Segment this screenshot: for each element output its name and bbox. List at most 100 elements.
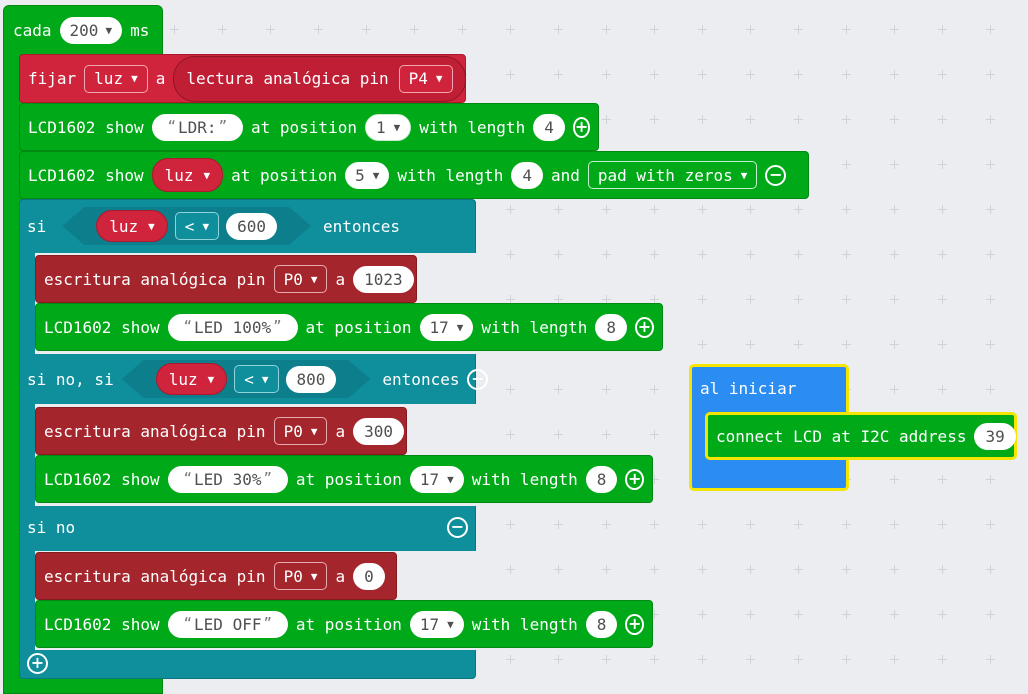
else-header[interactable]: si no − [19, 507, 476, 547]
grid-plus-mark [938, 340, 947, 349]
grid-plus-mark [746, 25, 755, 34]
string-input[interactable]: “LED 30%” [167, 465, 288, 493]
length-input[interactable]: 8 [595, 313, 627, 341]
string-input[interactable]: “LED OFF” [167, 610, 288, 638]
pin-dropdown[interactable]: P0 ▼ [273, 265, 328, 293]
lcd-show-label: LCD1602 show [28, 165, 144, 185]
position-dropdown[interactable]: 17 ▼ [419, 313, 474, 341]
grid-plus-mark [794, 70, 803, 79]
grid-plus-mark [794, 25, 803, 34]
position-dropdown[interactable]: 1 ▼ [364, 113, 412, 141]
elseif-header[interactable]: si no, si luz ▼ < ▼ 800 entonces − [19, 356, 496, 402]
grid-plus-mark [554, 385, 563, 394]
position-dropdown[interactable]: 17 ▼ [409, 465, 464, 493]
pin-dropdown[interactable]: P4 ▼ [398, 64, 453, 93]
lcd-show-number-block[interactable]: LCD1602 show luz ▼ at position 5 ▼ with le… [19, 151, 809, 199]
grid-plus-mark [506, 205, 515, 214]
grid-plus-mark [938, 115, 947, 124]
lcd-show-string-block[interactable]: LCD1602 show “LED OFF” at position 17 ▼ w… [35, 600, 653, 648]
expand-plus-icon[interactable]: + [635, 316, 654, 338]
grid-plus-mark [890, 295, 899, 304]
grid-plus-mark [794, 295, 803, 304]
write-value-input[interactable]: 300 [353, 417, 404, 445]
grid-plus-mark [602, 520, 611, 529]
pin-dropdown[interactable]: P0 ▼ [273, 562, 328, 590]
analog-write-block[interactable]: escritura analógica pin P0 ▼ a 300 [35, 407, 407, 455]
collapse-minus-icon[interactable]: − [467, 368, 489, 390]
variable-dropdown[interactable]: luz ▼ [84, 64, 148, 93]
length-input[interactable]: 8 [585, 610, 618, 638]
grid-plus-mark [746, 70, 755, 79]
grid-plus-mark [890, 115, 899, 124]
expand-plus-icon[interactable]: + [625, 613, 644, 635]
string-input[interactable]: “LED 100%” [167, 313, 298, 341]
if-header[interactable]: si luz ▼ < ▼ 600 entonces [19, 203, 408, 249]
position-dropdown[interactable]: 17 ▼ [409, 610, 464, 638]
with-length-label: with length [397, 165, 504, 185]
analog-read-block[interactable]: lectura analógica pin P4 ▼ [173, 55, 466, 102]
grid-plus-mark [650, 250, 659, 259]
comparison-block[interactable]: luz ▼ < ▼ 800 [122, 360, 371, 398]
if-footer: + [19, 650, 56, 676]
grid-plus-mark [650, 385, 659, 394]
length-input[interactable]: 4 [511, 161, 543, 189]
operator-dropdown[interactable]: < ▼ [175, 212, 219, 240]
interval-dropdown[interactable]: 200 ▼ [59, 16, 123, 44]
grid-plus-mark [794, 565, 803, 574]
set-variable-block[interactable]: fijar luz ▼ a lectura analógica pin P4 ▼ [19, 54, 466, 103]
grid-plus-mark [938, 655, 947, 664]
every-header[interactable]: cada 200 ▼ ms [3, 8, 157, 52]
grid-plus-mark [698, 205, 707, 214]
pin-dropdown[interactable]: P0 ▼ [273, 417, 328, 445]
grid-plus-mark [746, 205, 755, 214]
expand-plus-icon[interactable]: + [625, 468, 644, 490]
on-start-label: al iniciar [700, 378, 797, 398]
lcd-show-label: LCD1602 show [44, 317, 160, 337]
grid-plus-mark [842, 520, 851, 529]
variable-reporter[interactable]: luz ▼ [156, 363, 228, 395]
lcd-show-string-block[interactable]: LCD1602 show “LED 100%” at position 17 ▼ … [35, 303, 663, 351]
variable-reporter[interactable]: luz ▼ [96, 210, 168, 242]
grid-plus-mark [746, 610, 755, 619]
collapse-minus-icon[interactable]: − [765, 164, 787, 186]
chevron-down-icon: ▼ [740, 168, 748, 182]
address-input[interactable]: 39 [974, 422, 1016, 450]
grid-plus-mark [698, 25, 707, 34]
write-value-input[interactable]: 1023 [353, 265, 414, 293]
string-input[interactable]: “LDR:” [151, 113, 243, 141]
grid-plus-mark [554, 655, 563, 664]
comparison-block[interactable]: luz ▼ < ▼ 600 [62, 207, 311, 245]
pad-dropdown[interactable]: pad with zeros ▼ [587, 161, 758, 189]
compare-value-input[interactable]: 600 [226, 213, 277, 240]
length-input[interactable]: 8 [585, 465, 618, 493]
grid-plus-mark [794, 610, 803, 619]
variable-reporter[interactable]: luz ▼ [151, 158, 224, 192]
grid-plus-mark [842, 25, 851, 34]
analog-write-block[interactable]: escritura analógica pin P0 ▼ a 0 [35, 552, 397, 600]
grid-plus-mark [794, 250, 803, 259]
operator-dropdown[interactable]: < ▼ [234, 365, 278, 393]
lcd-show-string-block[interactable]: LCD1602 show “LED 30%” at position 17 ▼ w… [35, 455, 653, 503]
with-length-label: with length [481, 317, 588, 337]
grid-plus-mark [362, 25, 371, 34]
chevron-down-icon: ▼ [261, 372, 269, 386]
position-dropdown[interactable]: 5 ▼ [345, 161, 390, 189]
add-branch-plus-icon[interactable]: + [27, 652, 48, 674]
lcd-show-string-block[interactable]: LCD1602 show “LDR:” at position 1 ▼ with … [19, 103, 599, 151]
grid-plus-mark [938, 295, 947, 304]
if-label: si [27, 216, 47, 236]
compare-value-input[interactable]: 800 [286, 366, 337, 393]
lcd-show-label: LCD1602 show [44, 469, 160, 489]
grid-plus-mark [698, 565, 707, 574]
expand-plus-icon[interactable]: + [572, 116, 591, 138]
chevron-down-icon: ▼ [456, 320, 464, 334]
connect-lcd-block[interactable]: connect LCD at I2C address 39 [705, 412, 1017, 460]
grid-plus-mark [650, 115, 659, 124]
grid-plus-mark [506, 385, 515, 394]
at-position-label: at position [295, 614, 402, 634]
analog-write-block[interactable]: escritura analógica pin P0 ▼ a 1023 [35, 255, 417, 303]
collapse-minus-icon[interactable]: − [447, 516, 468, 538]
grid-plus-mark [986, 160, 995, 169]
length-input[interactable]: 4 [533, 113, 565, 141]
write-value-input[interactable]: 0 [353, 562, 385, 590]
